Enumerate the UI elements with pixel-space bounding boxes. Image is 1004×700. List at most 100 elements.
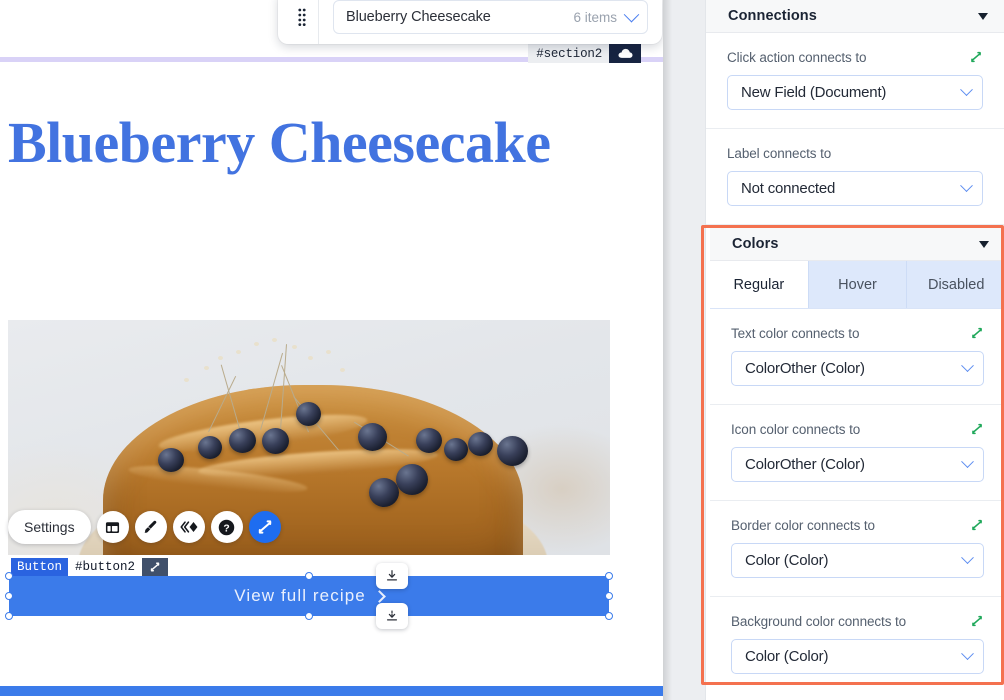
tab-label: Disabled [927, 276, 985, 293]
dock-bottom-button[interactable] [376, 603, 408, 629]
repeater-toolbar[interactable]: Blueberry Cheesecake 6 items [278, 0, 662, 44]
field-label: Border color connects to [731, 518, 875, 533]
resize-handle-bottom-right[interactable] [605, 612, 613, 620]
field-click-action-connects-to: Click action connects to New Field (Docu… [706, 33, 1004, 129]
connect-icon[interactable] [970, 518, 984, 532]
dropdown-value: Color (Color) [745, 552, 829, 569]
selection-tag[interactable]: Button #button2 [11, 558, 169, 576]
paintbrush-icon [144, 520, 156, 533]
dropdown-background-color[interactable]: Color (Color) [731, 639, 984, 674]
blueberry [158, 448, 184, 472]
element-toolbar[interactable]: Settings ? [8, 510, 281, 544]
resize-handle-bottom-center[interactable] [305, 612, 313, 620]
colors-section-header[interactable]: Colors [710, 228, 1004, 261]
resize-handle-bottom-left[interactable] [5, 612, 13, 620]
settings-button[interactable]: Settings [8, 510, 91, 544]
dropdown-border-color[interactable]: Color (Color) [731, 543, 984, 578]
sprig-bud [326, 350, 331, 354]
tab-disabled[interactable]: Disabled [907, 261, 1004, 308]
tab-label: Regular [733, 276, 785, 293]
sprig-bud [340, 368, 345, 372]
blueberry [468, 432, 493, 456]
dropdown-value: New Field (Document) [741, 84, 887, 101]
section-tag-id: #section2 [528, 44, 609, 63]
dropdown-text-color[interactable]: ColorOther (Color) [731, 351, 984, 386]
resize-handle-top-left[interactable] [5, 572, 13, 580]
settings-button-label: Settings [24, 519, 75, 535]
sprig-bud [204, 366, 209, 370]
cloud-icon [609, 44, 641, 63]
toolbar-divider [318, 0, 319, 44]
connect-icon-button[interactable] [248, 511, 281, 543]
app-root: Blueberry Cheesecake Settings ? View ful… [0, 0, 1004, 700]
dock-top-icon [386, 570, 398, 581]
page-title: Blueberry Cheesecake [8, 110, 551, 175]
tab-label: Hover [838, 276, 877, 293]
chevron-down-icon [961, 359, 974, 373]
animation-icon [180, 521, 198, 533]
blueberry [444, 438, 468, 461]
tab-hover[interactable]: Hover [808, 261, 908, 308]
connect-icon[interactable] [970, 614, 984, 628]
field-text-color-connects-to: Text color connects to ColorOther (Color… [710, 309, 1004, 405]
repeater-name: Blueberry Cheesecake [346, 9, 491, 25]
canvas-gutter [663, 0, 705, 700]
blueberry [229, 428, 256, 453]
field-label: Text color connects to [731, 326, 860, 341]
chevron-down-icon [961, 551, 974, 565]
field-label: Label connects to [727, 146, 832, 161]
field-background-color-connects-to: Background color connects to Color (Colo… [710, 597, 1004, 692]
repeater-select[interactable]: Blueberry Cheesecake 6 items [333, 0, 648, 34]
selected-button-element[interactable]: View full recipe [9, 576, 609, 616]
colors-state-tabs: Regular Hover Disabled [710, 261, 1004, 309]
paintbrush-icon-button[interactable] [134, 511, 167, 543]
sprig-bud [184, 378, 189, 382]
layout-icon [106, 521, 120, 533]
connect-icon[interactable] [970, 422, 984, 436]
dropdown-label-connection[interactable]: Not connected [727, 171, 983, 206]
sprig-bud [254, 342, 259, 346]
dropdown-value: Color (Color) [745, 648, 829, 665]
dropdown-icon-color[interactable]: ColorOther (Color) [731, 447, 984, 482]
resize-handle-top-right[interactable] [605, 572, 613, 580]
help-icon: ? [218, 519, 235, 535]
chevron-down-icon [961, 455, 974, 469]
connections-section-header[interactable]: Connections [706, 0, 1004, 33]
chevron-down-icon [960, 179, 973, 193]
sprig-bud [308, 356, 313, 360]
field-label: Icon color connects to [731, 422, 861, 437]
help-icon-button[interactable]: ? [210, 511, 243, 543]
sprig-bud [272, 338, 277, 342]
connect-icon[interactable] [970, 326, 984, 340]
chevron-down-icon[interactable] [978, 12, 988, 20]
resize-handle-middle-left[interactable] [5, 592, 13, 600]
dropdown-click-action[interactable]: New Field (Document) [727, 75, 983, 110]
chevron-down-icon [960, 83, 973, 97]
blueberry [396, 464, 428, 495]
field-border-color-connects-to: Border color connects to Color (Color) [710, 501, 1004, 597]
blueberry [416, 428, 442, 453]
dropdown-value: Not connected [741, 180, 836, 197]
layout-icon-button[interactable] [96, 511, 129, 543]
inspector-panel: Connections Click action connects to New… [705, 0, 1004, 700]
resize-handle-middle-right[interactable] [605, 592, 613, 600]
chevron-down-icon [961, 647, 974, 661]
dock-top-button[interactable] [376, 563, 408, 589]
dock-bottom-icon [386, 610, 398, 621]
dropdown-value: ColorOther (Color) [745, 456, 865, 473]
connect-icon[interactable] [969, 50, 983, 64]
field-label: Click action connects to [727, 50, 867, 65]
drag-handle-icon[interactable] [288, 2, 316, 32]
connect-icon[interactable] [142, 558, 169, 576]
blueberry [497, 436, 528, 466]
design-canvas[interactable]: Blueberry Cheesecake Settings ? View ful… [0, 0, 663, 700]
sprig-bud [218, 356, 223, 360]
animation-icon-button[interactable] [172, 511, 205, 543]
blueberry [198, 436, 222, 459]
section-tag[interactable]: #section2 [528, 44, 641, 63]
resize-handle-top-center[interactable] [305, 572, 313, 580]
tab-regular[interactable]: Regular [710, 261, 809, 308]
colors-section: Colors Regular Hover Disabled Text color… [710, 228, 1004, 692]
chevron-down-icon[interactable] [979, 240, 989, 248]
selection-tag-id: #button2 [68, 558, 143, 576]
